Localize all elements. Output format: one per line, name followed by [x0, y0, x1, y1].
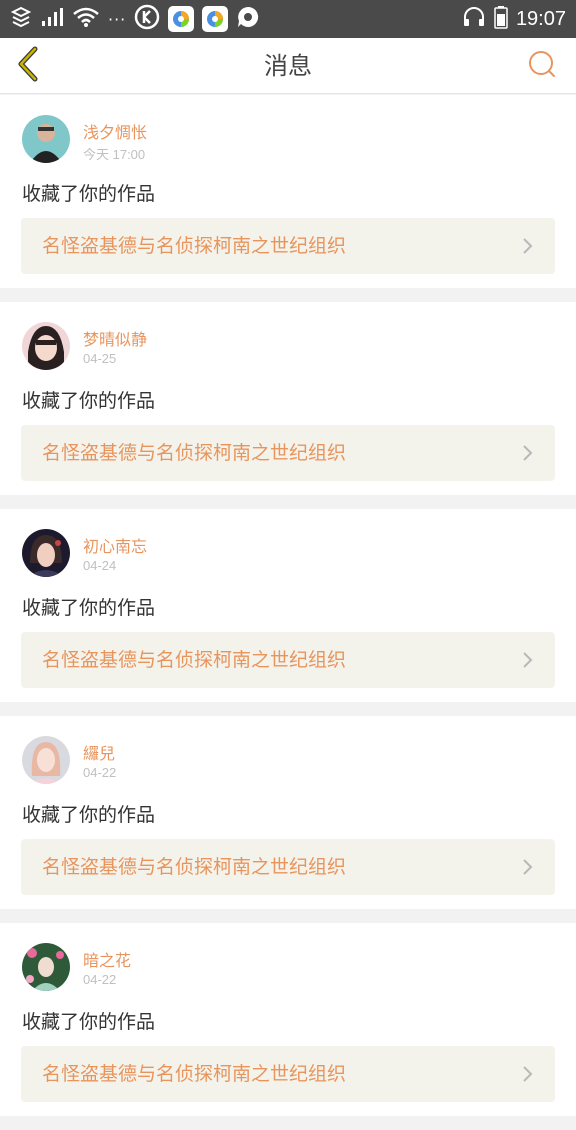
app-icon [202, 6, 229, 32]
work-title: 名怪盗基德与名侦探柯南之世纪组织 [42, 649, 347, 671]
work-link[interactable]: 名怪盗基德与名侦探柯南之世纪组织 [21, 425, 555, 481]
message-item: 梦晴似静 04-25 收藏了你的作品 名怪盗基德与名侦探柯南之世纪组织 [0, 302, 576, 495]
message-time: 今天 17:00 [83, 147, 146, 162]
sim-icon [10, 6, 32, 32]
clock: 19:07 [515, 7, 566, 30]
avatar[interactable] [22, 529, 70, 577]
status-bar-right: 19:07 [462, 6, 566, 32]
message-text: 收藏了你的作品 [22, 390, 156, 412]
work-link[interactable]: 名怪盗基德与名侦探柯南之世纪组织 [21, 632, 555, 688]
message-text: 收藏了你的作品 [22, 183, 156, 205]
message-text: 收藏了你的作品 [22, 597, 156, 619]
chevron-right-icon [517, 236, 537, 256]
message-time: 04-22 [83, 765, 117, 780]
work-title: 名怪盗基德与名侦探柯南之世纪组织 [42, 235, 347, 257]
avatar[interactable] [22, 115, 70, 163]
message-text: 收藏了你的作品 [22, 804, 156, 826]
avatar[interactable] [22, 736, 70, 784]
message-item: 浅夕惆怅 今天 17:00 收藏了你的作品 名怪盗基德与名侦探柯南之世纪组织 [0, 95, 576, 288]
user-name[interactable]: 纙兒 [83, 740, 115, 764]
work-link[interactable]: 名怪盗基德与名侦探柯南之世纪组织 [21, 218, 555, 274]
user-name[interactable]: 浅夕惆怅 [83, 119, 147, 143]
message-item: 暗之花 04-22 收藏了你的作品 名怪盗基德与名侦探柯南之世纪组织 [0, 923, 576, 1116]
chevron-right-icon [517, 857, 537, 877]
headphones-icon [462, 6, 486, 32]
avatar[interactable] [22, 322, 70, 370]
message-time: 04-25 [83, 351, 117, 366]
k-app-icon [134, 4, 160, 34]
chevron-right-icon [517, 1064, 537, 1084]
status-bar-left: ··· [10, 4, 260, 34]
search-icon [527, 49, 557, 83]
message-time: 04-22 [83, 972, 117, 987]
work-link[interactable]: 名怪盗基德与名侦探柯南之世纪组织 [21, 1046, 555, 1102]
chat-bubble-icon [236, 5, 260, 33]
search-button[interactable] [526, 50, 558, 82]
status-bar: ··· 19:07 [0, 0, 576, 38]
user-name[interactable]: 梦晴似静 [83, 326, 147, 350]
work-title: 名怪盗基德与名侦探柯南之世纪组织 [42, 442, 347, 464]
message-time: 04-24 [83, 558, 117, 573]
page-title: 消息 [264, 52, 312, 80]
user-name[interactable]: 暗之花 [83, 947, 131, 971]
work-title: 名怪盗基德与名侦探柯南之世纪组织 [42, 856, 347, 878]
work-link[interactable]: 名怪盗基德与名侦探柯南之世纪组织 [21, 839, 555, 895]
avatar[interactable] [22, 943, 70, 991]
message-text: 收藏了你的作品 [22, 1011, 156, 1033]
more-dots-icon: ··· [108, 9, 127, 29]
message-item: 初心南忘 04-24 收藏了你的作品 名怪盗基德与名侦探柯南之世纪组织 [0, 509, 576, 702]
app-icon [168, 6, 195, 32]
nav-bar: 消息 [0, 38, 576, 94]
signal-icon [40, 6, 64, 32]
chevron-right-icon [517, 443, 537, 463]
battery-icon [494, 5, 508, 33]
chevron-right-icon [517, 650, 537, 670]
message-item: 纙兒 04-22 收藏了你的作品 名怪盗基德与名侦探柯南之世纪组织 [0, 716, 576, 909]
message-list: 浅夕惆怅 今天 17:00 收藏了你的作品 名怪盗基德与名侦探柯南之世纪组织 梦… [0, 95, 576, 1130]
user-name[interactable]: 初心南忘 [83, 533, 147, 557]
wifi-icon [72, 6, 100, 32]
work-title: 名怪盗基德与名侦探柯南之世纪组织 [42, 1063, 347, 1085]
